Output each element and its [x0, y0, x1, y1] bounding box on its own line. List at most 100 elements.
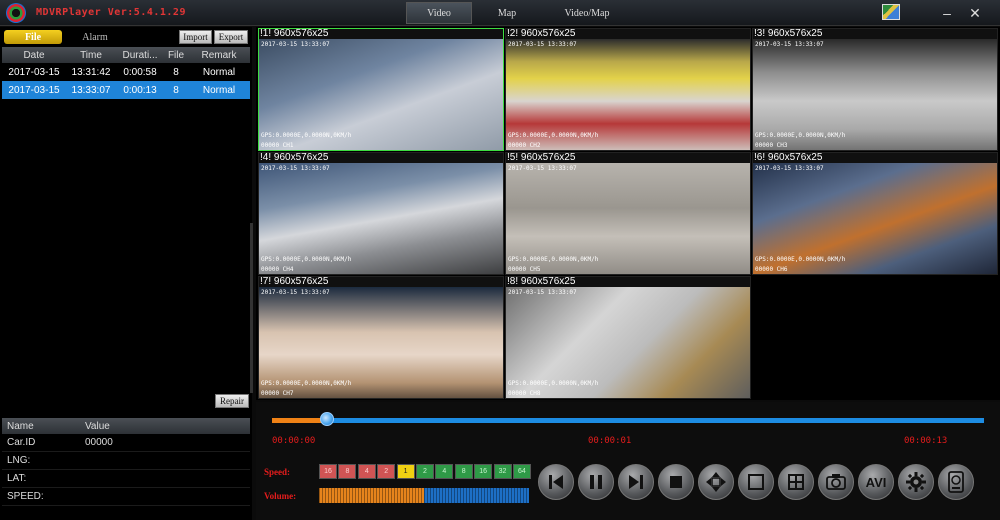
cell-timestamp: 2017-03-15 13:33:07	[508, 41, 577, 48]
info-name: LNG:	[7, 455, 31, 466]
tab-video[interactable]: Video	[406, 2, 472, 24]
cell-timestamp: 2017-03-15 13:33:07	[755, 165, 824, 172]
pause-button[interactable]	[578, 464, 614, 500]
app-logo-icon	[6, 3, 26, 23]
map-icon[interactable]	[882, 4, 900, 20]
col-time[interactable]: Time	[66, 47, 116, 63]
cell-channel: 00000 CH7	[261, 390, 294, 397]
export-button[interactable]: Export	[214, 30, 248, 44]
minimize-icon[interactable]: –	[938, 4, 956, 22]
cell-header: !5! 960x576x25	[506, 153, 750, 163]
volume-fill	[319, 488, 424, 503]
speed-button[interactable]: 8	[454, 464, 473, 479]
speed-button[interactable]: 2	[415, 464, 434, 479]
info-value	[80, 488, 250, 505]
cell-gps: GPS:0.0000E,0.0000N,0KM/h	[508, 132, 599, 139]
playback-controls: AVI	[538, 464, 978, 500]
info-row: LNG:	[2, 452, 250, 470]
col-remark[interactable]: Remark	[188, 47, 250, 63]
speed-button[interactable]: 4	[435, 464, 454, 479]
avi-export-button[interactable]: AVI	[858, 464, 894, 500]
repair-button[interactable]: Repair	[215, 394, 249, 408]
close-icon[interactable]: ✕	[966, 4, 984, 22]
snapshot-button[interactable]	[818, 464, 854, 500]
stop-button[interactable]	[658, 464, 694, 500]
video-cell-ch3[interactable]: !3! 960x576x25 2017-03-15 13:33:07 GPS:0…	[752, 28, 998, 151]
info-table-header: Name Value	[2, 418, 250, 434]
cell-timestamp: 2017-03-15 13:33:07	[261, 41, 330, 48]
cell-gps: GPS:0.0000E,0.0000N,0KM/h	[261, 256, 352, 263]
speed-label: Speed:	[264, 467, 291, 477]
cell-remark: Normal	[202, 66, 236, 78]
cell-date: 2017-03-15	[8, 84, 60, 96]
quad-view-button[interactable]	[778, 464, 814, 500]
pause-icon	[590, 475, 602, 489]
tab-alarm[interactable]: Alarm	[66, 30, 124, 44]
speed-button[interactable]: 16	[319, 464, 337, 479]
video-cell-ch6[interactable]: !6! 960x576x25 2017-03-15 13:33:07 GPS:0…	[752, 152, 998, 275]
volume-label: Volume:	[264, 491, 297, 501]
progress-bar[interactable]	[272, 412, 984, 426]
speed-button[interactable]: 64	[512, 464, 531, 479]
video-cell-ch5[interactable]: !5! 960x576x25 2017-03-15 13:33:07 GPS:0…	[505, 152, 751, 275]
avi-label: AVI	[865, 474, 887, 490]
cell-gps: GPS:0.0000E,0.0000N,0KM/h	[261, 380, 352, 387]
info-table: Name Value Car.ID 00000 LNG: LAT: SPEED:	[2, 418, 250, 506]
single-view-button[interactable]	[738, 464, 774, 500]
cell-timestamp: 2017-03-15 13:33:07	[261, 165, 330, 172]
settings-button[interactable]	[898, 464, 934, 500]
cell-header: !4! 960x576x25	[259, 153, 503, 163]
progress-fill	[272, 418, 327, 423]
speed-button[interactable]: 2	[377, 464, 396, 479]
cell-header: !6! 960x576x25	[753, 153, 997, 163]
tab-map[interactable]: Map	[474, 2, 540, 24]
col-duration[interactable]: Durati...	[116, 47, 164, 63]
info-row: Car.ID 00000	[2, 434, 250, 452]
speed-button[interactable]: 8	[338, 464, 357, 479]
video-cell-ch4[interactable]: !4! 960x576x25 2017-03-15 13:33:07 GPS:0…	[258, 152, 504, 275]
video-cell-ch1[interactable]: !1! 960x576x25 2017-03-15 13:33:07 GPS:0…	[258, 28, 504, 151]
info-value: 00000	[85, 437, 113, 448]
table-row[interactable]: 2017-03-15 13:33:07 0:00:13 8 Normal	[2, 81, 250, 99]
cell-header: !2! 960x576x25	[506, 29, 750, 39]
tab-file[interactable]: File	[4, 30, 62, 44]
stop-icon	[670, 476, 682, 488]
speed-button[interactable]: 4	[357, 464, 376, 479]
video-cell-ch7[interactable]: !7! 960x576x25 2017-03-15 13:33:07 GPS:0…	[258, 276, 504, 399]
next-button[interactable]	[618, 464, 654, 500]
cell-gps: GPS:0.0000E,0.0000N,0KM/h	[755, 256, 846, 263]
previous-button[interactable]	[538, 464, 574, 500]
speed-button[interactable]: 16	[474, 464, 493, 479]
video-cell-ch8[interactable]: !8! 960x576x25 2017-03-15 13:33:07 GPS:0…	[505, 276, 751, 399]
move-arrows-icon	[706, 472, 726, 492]
cell-duration: 0:00:58	[123, 66, 157, 78]
cell-duration: 0:00:13	[123, 84, 157, 96]
left-panel: File Alarm Import Export Date Time Durat…	[0, 27, 253, 520]
col-file[interactable]: File	[164, 47, 188, 63]
gear-icon	[906, 472, 926, 492]
cell-channel: 00000 CH5	[508, 266, 541, 273]
scrollbar[interactable]	[250, 223, 253, 393]
cell-header: !8! 960x576x25	[506, 277, 750, 287]
cell-timestamp: 2017-03-15 13:33:07	[508, 289, 577, 296]
col-value: Value	[85, 420, 110, 432]
cell-file: 8	[173, 66, 179, 78]
cell-header: !3! 960x576x25	[753, 29, 997, 39]
cell-channel: 00000 CH6	[755, 266, 788, 273]
video-cell-ch2[interactable]: !2! 960x576x25 2017-03-15 13:33:07 GPS:0…	[505, 28, 751, 151]
cell-gps: GPS:0.0000E,0.0000N,0KM/h	[261, 132, 352, 139]
volume-slider[interactable]	[319, 488, 529, 503]
speed-selector: 16 8 4 2 1 2 4 8 16 32 64	[319, 464, 532, 479]
import-button[interactable]: Import	[179, 30, 212, 44]
speed-button[interactable]: 32	[493, 464, 512, 479]
cell-file: 8	[173, 84, 179, 96]
fullscreen-button[interactable]	[698, 464, 734, 500]
start-time: 00:00:00	[272, 436, 316, 446]
tab-video-map[interactable]: Video/Map	[542, 2, 632, 24]
speed-button[interactable]: 1	[396, 464, 415, 479]
col-date[interactable]: Date	[2, 47, 66, 63]
cell-gps: GPS:0.0000E,0.0000N,0KM/h	[508, 256, 599, 263]
progress-handle[interactable]	[319, 412, 334, 426]
table-row[interactable]: 2017-03-15 13:31:42 0:00:58 8 Normal	[2, 63, 250, 81]
disk-button[interactable]	[938, 464, 974, 500]
